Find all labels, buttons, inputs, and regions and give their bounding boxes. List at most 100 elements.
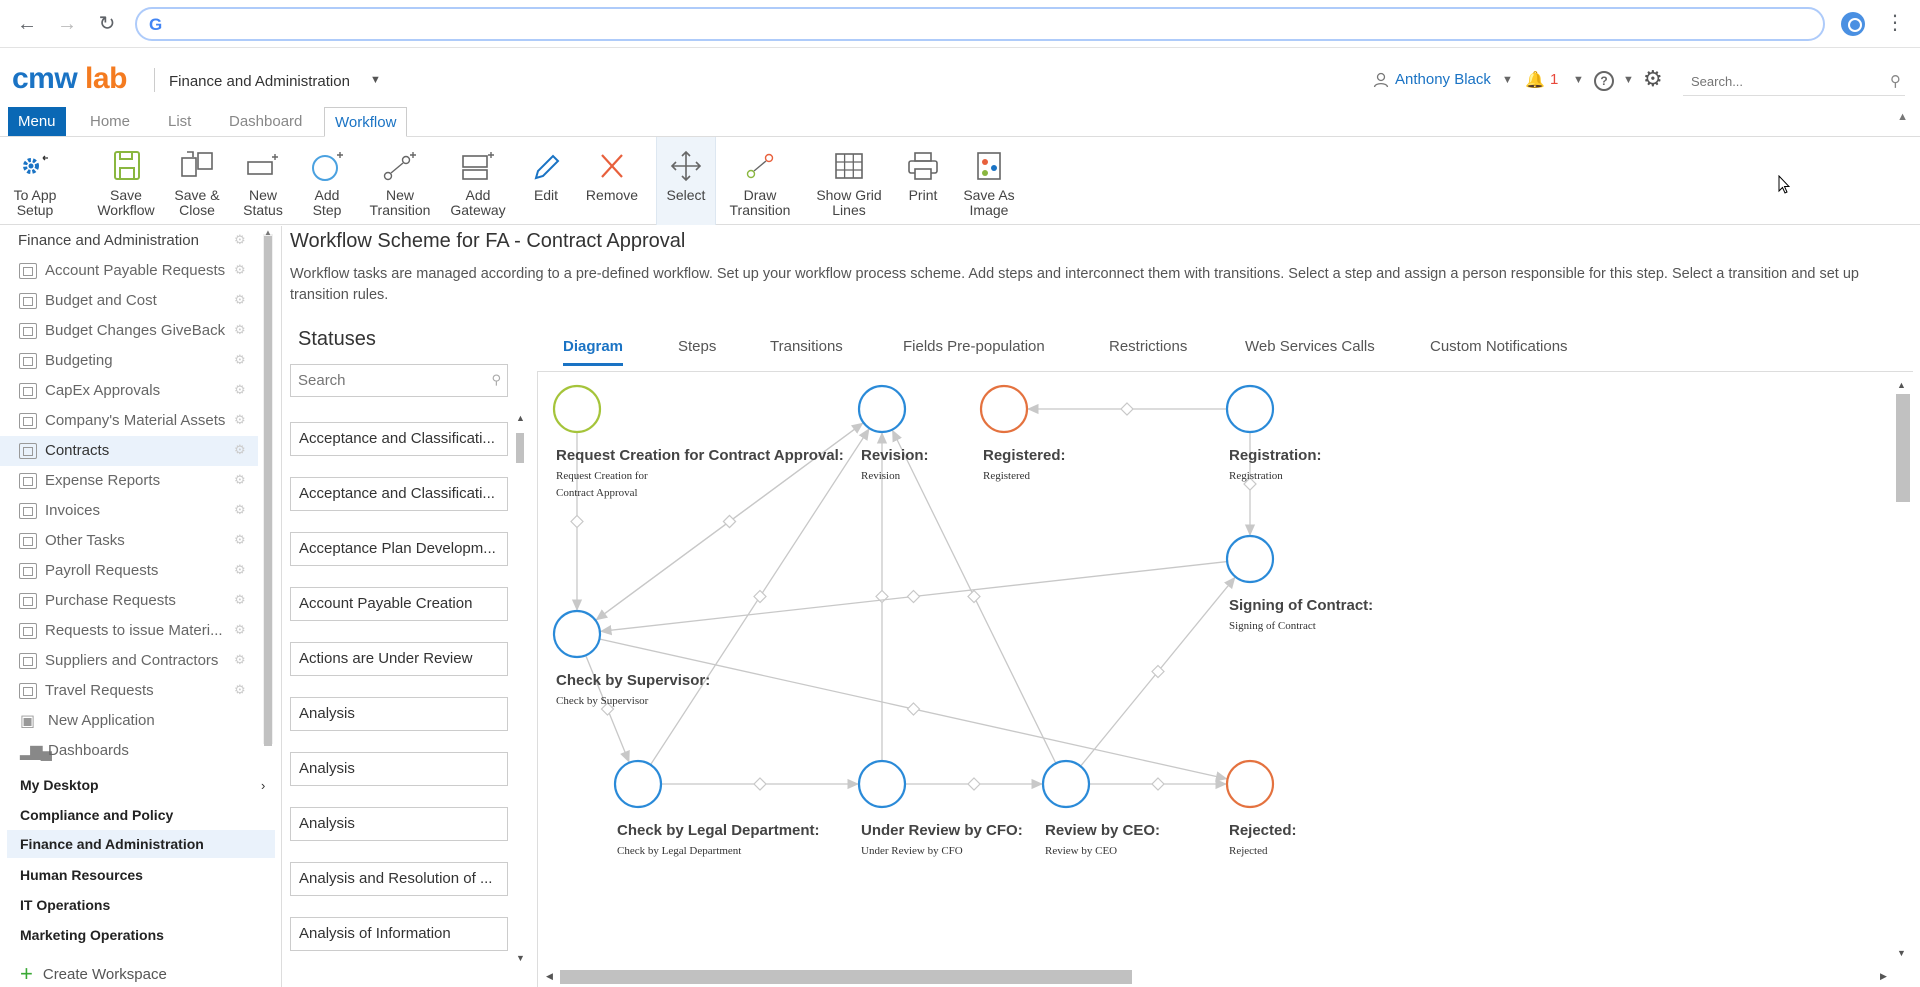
gear-icon[interactable]: ⚙ <box>234 532 246 548</box>
transition-handle[interactable] <box>1151 777 1165 791</box>
step-title[interactable]: Check by Legal Department: <box>617 822 820 839</box>
tab-custom-notifications[interactable]: Custom Notifications <box>1430 338 1568 355</box>
gear-icon[interactable]: ⚙ <box>234 352 246 368</box>
search-icon[interactable]: ⚲ <box>1890 72 1901 90</box>
status-item[interactable]: Analysis <box>290 697 508 731</box>
sidebar-item-contracts[interactable]: Contracts ⚙ <box>0 436 258 466</box>
gear-icon[interactable]: ⚙ <box>234 472 246 488</box>
gear-icon[interactable]: ⚙ <box>234 562 246 578</box>
show-grid-lines-button[interactable]: Show Grid Lines <box>810 137 888 225</box>
transition-handle[interactable] <box>570 514 584 529</box>
gear-icon[interactable]: ⚙ <box>234 502 246 518</box>
gear-icon[interactable]: ⚙ <box>234 322 246 338</box>
status-item[interactable]: Account Payable Creation <box>290 587 508 621</box>
gear-icon[interactable]: ⚙ <box>234 682 246 698</box>
remove-button[interactable]: Remove <box>582 137 642 225</box>
step-title[interactable]: Check by Supervisor: <box>556 672 710 689</box>
group-marketing[interactable]: Marketing Operations <box>20 927 164 943</box>
tab-menu[interactable]: Menu <box>8 107 66 136</box>
status-item[interactable]: Analysis <box>290 807 508 841</box>
to-app-setup-button[interactable]: To App Setup <box>6 137 64 225</box>
status-item[interactable]: Analysis and Resolution of ... <box>290 862 508 896</box>
step-title[interactable]: Rejected: <box>1229 822 1297 839</box>
global-search[interactable]: ⚲ <box>1683 68 1905 96</box>
sidebar-item[interactable]: Expense Reports ⚙ <box>0 466 258 496</box>
tab-list[interactable]: List <box>158 107 201 136</box>
step-node-rev[interactable] <box>857 384 907 434</box>
address-bar[interactable]: G <box>135 7 1825 41</box>
create-workspace-button[interactable]: + Create Workspace <box>20 961 167 987</box>
step-title[interactable]: Review by CEO: <box>1045 822 1160 839</box>
add-gateway-button[interactable]: Add Gateway <box>446 137 510 225</box>
step-node-cfo[interactable] <box>857 759 907 809</box>
transition-handle[interactable] <box>967 589 981 604</box>
scrollbar-thumb[interactable] <box>516 433 524 463</box>
chevron-down-icon[interactable]: ▼ <box>370 74 381 86</box>
group-it[interactable]: IT Operations <box>20 897 110 913</box>
step-node-ceo[interactable] <box>1041 759 1091 809</box>
sidebar-scrollbar[interactable]: ▲ <box>263 228 273 746</box>
transition-handle[interactable] <box>967 777 981 791</box>
tab-fields-prepopulation[interactable]: Fields Pre-population <box>903 338 1045 355</box>
diagram-horizontal-scrollbar[interactable]: ◀ ▶ <box>540 965 1890 987</box>
step-title[interactable]: Registration: <box>1229 447 1322 464</box>
gear-icon[interactable]: ⚙ <box>234 442 246 458</box>
reload-icon[interactable]: ↻ <box>95 12 119 36</box>
back-icon[interactable]: ← <box>15 12 39 36</box>
step-title[interactable]: Request Creation for Contract Approval: <box>556 447 844 464</box>
sidebar-item[interactable]: Other Tasks ⚙ <box>0 526 258 556</box>
gear-icon[interactable]: ⚙ <box>234 622 246 638</box>
step-node-legal[interactable] <box>613 759 663 809</box>
group-finance[interactable]: Finance and Administration <box>7 830 275 858</box>
statuses-search-input[interactable] <box>291 365 481 396</box>
edit-button[interactable]: Edit <box>521 137 571 225</box>
sidebar-item[interactable]: Suppliers and Contractors ⚙ <box>0 646 258 676</box>
tab-home[interactable]: Home <box>80 107 140 136</box>
sidebar-item[interactable]: Purchase Requests ⚙ <box>0 586 258 616</box>
statuses-scrollbar[interactable]: ▲ ▼ <box>515 413 525 965</box>
step-node-rej[interactable] <box>1225 759 1275 809</box>
group-compliance[interactable]: Compliance and Policy <box>20 807 173 823</box>
sidebar-item[interactable]: Company's Material Assets ⚙ <box>0 406 258 436</box>
gear-icon[interactable]: ⚙ <box>234 652 246 668</box>
transition-handle[interactable] <box>906 589 921 604</box>
settings-gear-icon[interactable]: ⚙ <box>1643 66 1663 92</box>
tab-diagram[interactable]: Diagram <box>563 338 624 366</box>
heading-gear-icon[interactable]: ⚙ <box>234 226 254 247</box>
tab-steps[interactable]: Steps <box>678 338 716 355</box>
step-node-sup[interactable] <box>552 609 602 659</box>
global-search-input[interactable] <box>1683 68 1873 95</box>
step-node-regn[interactable] <box>1225 384 1275 434</box>
workflow-diagram[interactable]: Request Creation for Contract Approval: R… <box>538 372 1888 962</box>
dashboards-link[interactable]: ▂▆▄ Dashboards <box>0 736 258 766</box>
extension-icon[interactable] <box>1841 12 1865 36</box>
gear-icon[interactable]: ⚙ <box>234 592 246 608</box>
step-title[interactable]: Registered: <box>983 447 1066 464</box>
transition-handle[interactable] <box>906 702 921 716</box>
sidebar-item[interactable]: Account Payable Requests ⚙ <box>0 256 258 286</box>
forward-icon[interactable]: → <box>55 12 79 36</box>
save-close-button[interactable]: Save & Close <box>168 137 226 225</box>
collapse-ribbon-icon[interactable]: ▲ <box>1897 111 1908 123</box>
workflow-diagram-canvas[interactable]: Request Creation for Contract Approval: R… <box>537 372 1913 987</box>
chevron-right-icon[interactable]: › <box>261 778 265 793</box>
statuses-search[interactable]: ⚲ <box>290 364 508 397</box>
step-title[interactable]: Under Review by CFO: <box>861 822 1023 839</box>
print-button[interactable]: Print <box>898 137 948 225</box>
step-title[interactable]: Revision: <box>861 447 929 464</box>
tab-restrictions[interactable]: Restrictions <box>1109 338 1187 355</box>
notification-count[interactable]: 1 <box>1550 71 1558 88</box>
sidebar-item[interactable]: Invoices ⚙ <box>0 496 258 526</box>
logo[interactable]: cmw lab <box>12 62 127 96</box>
tab-web-services-calls[interactable]: Web Services Calls <box>1245 338 1375 355</box>
status-item[interactable]: Acceptance and Classificati... <box>290 477 508 511</box>
bell-icon[interactable]: 🔔 <box>1525 70 1545 90</box>
step-node-req[interactable] <box>552 384 602 434</box>
gear-icon[interactable]: ⚙ <box>234 262 246 278</box>
status-item[interactable]: Analysis of Information <box>290 917 508 951</box>
group-my-desktop[interactable]: My Desktop <box>20 777 99 793</box>
workspace-selector[interactable]: Finance and Administration <box>169 73 350 90</box>
select-button[interactable]: Select <box>656 137 716 225</box>
save-as-image-button[interactable]: Save As Image <box>958 137 1020 225</box>
new-application-link[interactable]: ▣ New Application <box>0 706 258 736</box>
